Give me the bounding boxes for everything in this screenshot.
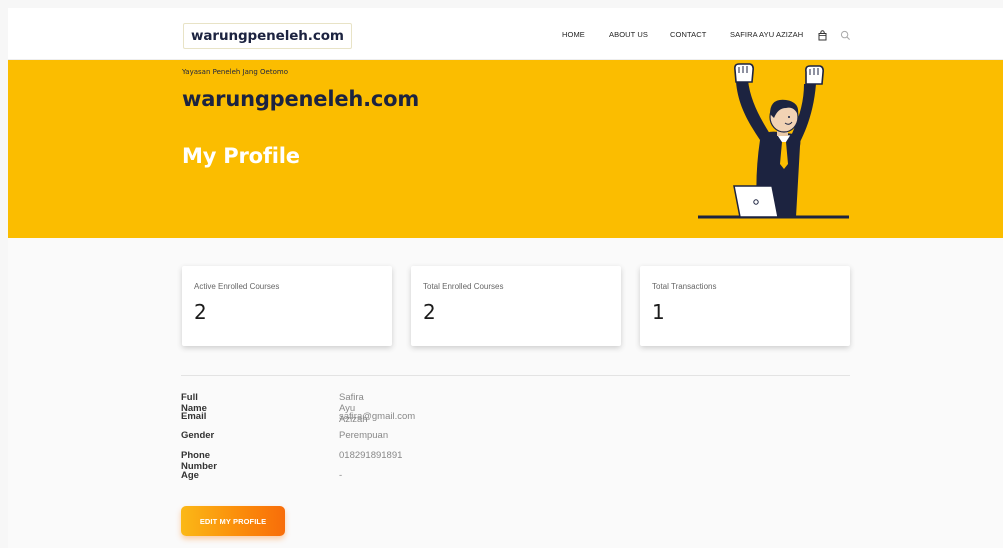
nav-home[interactable]: HOME [562, 30, 585, 39]
profile-value: Perempuan [339, 430, 389, 441]
section-divider [181, 375, 850, 376]
stat-label: Active Enrolled Courses [194, 282, 280, 291]
profile-label: Email [181, 411, 207, 422]
profile-value: 018291891891 [339, 450, 403, 461]
profile-value: safira@gmail.com [339, 411, 416, 422]
page: warungpeneleh.com HOME ABOUT US CONTACT … [8, 8, 1003, 548]
nav-about-us[interactable]: ABOUT US [609, 30, 648, 39]
stat-card-total-transactions: Total Transactions 1 [640, 266, 850, 346]
stat-card-total-courses: Total Enrolled Courses 2 [411, 266, 621, 346]
organization-name: Yayasan Peneleh Jang Oetomo [182, 68, 288, 76]
stat-label: Total Enrolled Courses [423, 282, 504, 291]
stat-label: Total Transactions [652, 282, 717, 291]
edit-profile-button[interactable]: EDIT MY PROFILE [181, 506, 285, 536]
page-title: My Profile [182, 144, 300, 168]
profile-label: Age [181, 470, 199, 481]
stat-card-active-courses: Active Enrolled Courses 2 [182, 266, 392, 346]
profile-label: Gender [181, 430, 215, 441]
search-icon[interactable] [840, 28, 851, 46]
stat-value: 2 [194, 300, 207, 324]
nav-user-account[interactable]: SAFIRA AYU AZIZAH [730, 30, 803, 39]
main-nav: HOME ABOUT US CONTACT SAFIRA AYU AZIZAH [8, 8, 1003, 60]
profile-value: - [339, 470, 343, 481]
nav-contact[interactable]: CONTACT [670, 30, 706, 39]
hero-banner: Yayasan Peneleh Jang Oetomo warungpenele… [8, 60, 1003, 238]
hero-site-name: warungpeneleh.com [182, 87, 420, 111]
cart-icon[interactable] [817, 28, 828, 46]
celebrating-person-illustration [698, 63, 849, 219]
stat-value: 2 [423, 300, 436, 324]
site-header: warungpeneleh.com HOME ABOUT US CONTACT … [8, 8, 1003, 60]
stat-value: 1 [652, 300, 665, 324]
profile-label: Phone Number [181, 450, 217, 472]
